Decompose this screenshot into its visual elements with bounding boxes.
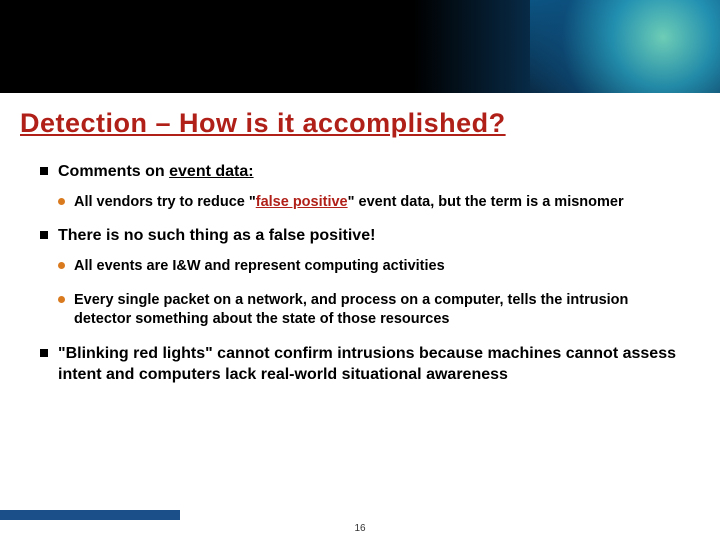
banner-graphic — [530, 0, 720, 93]
slide-title: Detection – How is it accomplished? — [20, 108, 506, 139]
footer-bar — [0, 510, 720, 520]
bullet-1a-pre: All vendors try to reduce " — [74, 194, 256, 210]
bullet-2: There is no such thing as a false positi… — [40, 226, 680, 247]
bullet-1a-post: " event data, but the term is a misnomer — [348, 194, 624, 210]
bullet-1a-accent: false positive — [256, 194, 348, 210]
bullet-1-underline: event data: — [169, 163, 253, 180]
bullet-2b: Every single packet on a network, and pr… — [58, 291, 680, 330]
page-number: 16 — [0, 523, 720, 534]
bullet-1: Comments on event data: — [40, 162, 680, 183]
slide-content: Comments on event data: All vendors try … — [40, 162, 680, 395]
bullet-1-text: Comments on — [58, 163, 169, 180]
bullet-3: "Blinking red lights" cannot confirm int… — [40, 344, 680, 386]
top-banner — [0, 0, 720, 93]
bullet-2a: All events are I&W and represent computi… — [58, 257, 680, 277]
banner-fade — [0, 0, 530, 93]
bullet-1a: All vendors try to reduce "false positiv… — [58, 193, 680, 213]
